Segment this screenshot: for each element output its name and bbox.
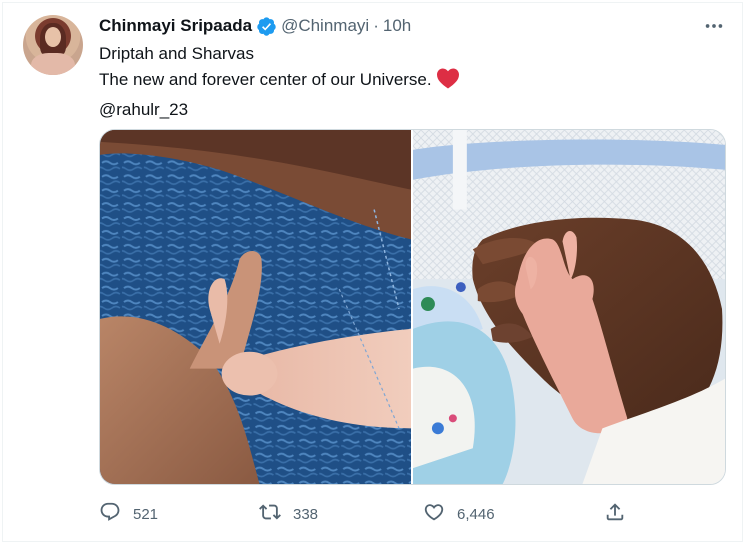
tweet-card[interactable]: Chinmayi Sripaada @Chinmayi · 10h Dripta… [2, 2, 743, 542]
more-dots-icon[interactable] [700, 15, 728, 37]
tweet-time[interactable]: 10h [383, 15, 411, 37]
like-button[interactable]: 6,446 [423, 501, 495, 527]
share-button[interactable] [604, 501, 626, 527]
reply-icon [99, 501, 121, 527]
photo-right[interactable] [413, 130, 725, 484]
avatar-face [45, 27, 61, 47]
like-count: 6,446 [457, 505, 495, 523]
red-heart-icon [436, 67, 460, 97]
retweet-count: 338 [293, 505, 319, 523]
avatar-body [31, 53, 75, 75]
retweet-button[interactable]: 338 [259, 501, 318, 527]
tweet-text-line-2-wrapper: The new and forever center of our Univer… [99, 67, 719, 97]
author-handle[interactable]: @Chinmayi [281, 15, 369, 37]
avatar[interactable] [23, 15, 83, 75]
retweet-icon [259, 501, 281, 527]
verified-badge-icon [256, 16, 277, 37]
tweet-text: Driptah and Sharvas The new and forever … [99, 41, 719, 123]
separator-dot: · [373, 16, 379, 35]
tweet-header: Chinmayi Sripaada @Chinmayi · 10h [99, 15, 411, 37]
media-grid [99, 129, 726, 485]
heart-icon [423, 501, 445, 527]
reply-button[interactable]: 521 [99, 501, 158, 527]
tweet-actions: 521 338 6,446 [99, 499, 629, 529]
tweet-text-line-1: Driptah and Sharvas [99, 44, 254, 63]
tweet-text-line-2: The new and forever center of our Univer… [99, 70, 432, 89]
share-icon [604, 501, 626, 527]
mention-link[interactable]: @rahulr_23 [99, 97, 719, 123]
photo-left[interactable] [100, 130, 411, 484]
reply-count: 521 [133, 505, 159, 523]
author-name[interactable]: Chinmayi Sripaada [99, 15, 252, 37]
